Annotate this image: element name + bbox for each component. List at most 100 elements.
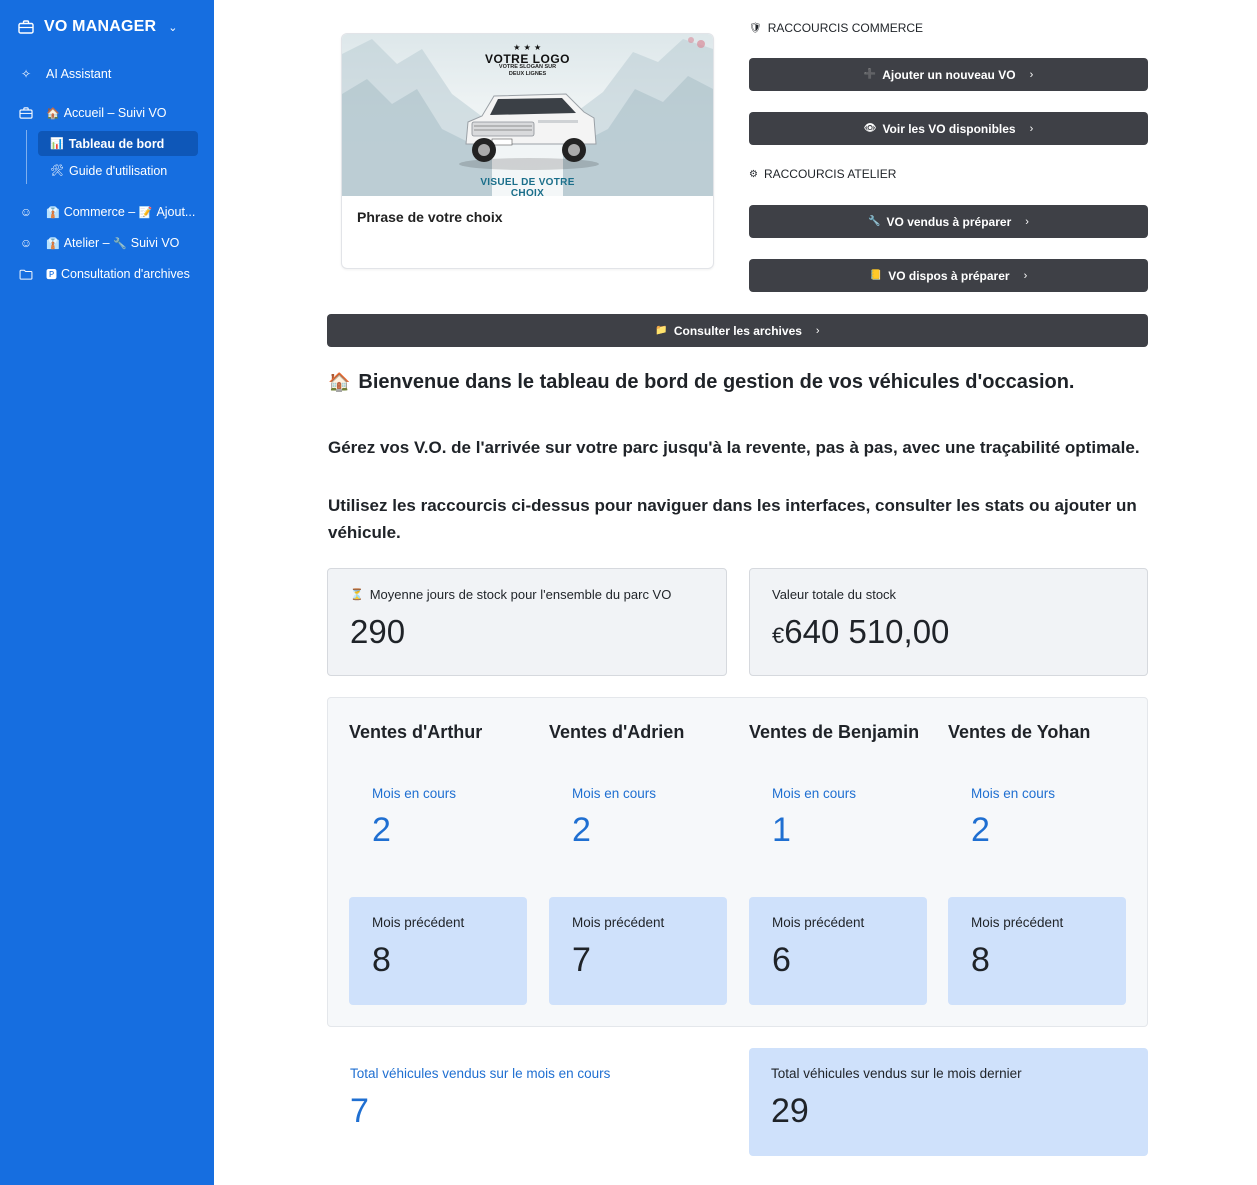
currency-symbol: € — [772, 623, 785, 648]
add-vo-button[interactable]: ➕ Ajouter un nouveau VO › — [749, 58, 1148, 91]
seller-column: Ventes de Benjamin Mois en cours 1 Mois … — [749, 698, 927, 1028]
atelier-shortcuts-heading: ⚙ RACCOURCIS ATELIER — [749, 167, 897, 181]
sparkle-icon: ✧ — [20, 67, 32, 81]
previous-month-label: Mois précédent — [372, 915, 465, 930]
sidebar-item-accueil[interactable]: 🏠 Accueil – Suivi VO — [18, 106, 167, 120]
chart-icon: 📊 — [50, 138, 64, 150]
sidebar-item-label: Accueil – Suivi VO — [63, 106, 167, 120]
wrench-icon: 🔧 — [113, 238, 127, 250]
person-icon: 👔 — [46, 207, 60, 219]
chevron-right-icon: › — [1029, 122, 1034, 135]
sales-panel: Ventes d'Arthur Mois en cours 2 Mois pré… — [327, 697, 1148, 1027]
house-icon: 🏠 — [46, 108, 60, 120]
sidebar-item-ai-assistant[interactable]: ✧ AI Assistant — [18, 67, 111, 81]
hourglass-icon: ⏳ — [350, 589, 364, 601]
logo-placeholder: ★ ★ ★ VOTRE LOGO — [342, 43, 713, 67]
seller-column: Ventes d'Adrien Mois en cours 2 Mois pré… — [549, 698, 727, 1028]
welcome-heading: 🏠 Bienvenue dans le tableau de bord de g… — [328, 371, 1075, 393]
sidebar-item-label: Tableau de bord — [68, 136, 165, 151]
current-month-value: 2 — [971, 811, 990, 849]
stock-value-card: Valeur totale du stock €640 510,00 — [749, 568, 1148, 676]
parking-icon: 🅿 — [46, 269, 57, 281]
dispo-vo-button[interactable]: 📒 VO dispos à préparer › — [749, 259, 1148, 292]
total-current-month-value: 7 — [350, 1092, 369, 1130]
branding-card: ★ ★ ★ VOTRE LOGO VOTRE SLOGAN SUR DEUX L… — [341, 33, 714, 269]
sidebar-item-archives[interactable]: 🅿 Consultation d'archives — [18, 266, 190, 282]
eye-icon: 👁 — [863, 123, 877, 134]
sidebar: VO MANAGER ⌄ ✧ AI Assistant 🏠 Accueil – S… — [0, 0, 214, 1185]
person-icon: 👔 — [46, 238, 60, 250]
seller-name: Ventes de Benjamin — [749, 722, 920, 742]
previous-month-card: Mois précédent 8 — [349, 897, 527, 1005]
total-previous-month-label: Total véhicules vendus sur le mois derni… — [771, 1066, 1022, 1081]
sidebar-item-label: Consultation d'archives — [61, 267, 190, 281]
sidebar-item-label-2: Suivi VO — [130, 236, 180, 250]
previous-month-label: Mois précédent — [572, 915, 665, 930]
notebook-icon: 📒 — [869, 270, 883, 281]
current-month-value: 2 — [572, 811, 591, 849]
previous-month-value: 7 — [572, 941, 591, 979]
sidebar-item-label: Commerce – — [63, 205, 136, 219]
seller-name: Ventes d'Adrien — [549, 722, 685, 742]
total-previous-month-value: 29 — [771, 1092, 809, 1130]
previous-month-value: 6 — [772, 941, 791, 979]
stat-label: ⏳ Moyenne jours de stock pour l'ensemble… — [350, 587, 672, 602]
previous-month-card: Mois précédent 7 — [549, 897, 727, 1005]
current-month-label: Mois en cours — [772, 786, 857, 801]
sidebar-item-label-2: Ajout... — [156, 205, 196, 219]
commerce-shortcuts-heading: 🛡 RACCOURCIS COMMERCE — [749, 21, 924, 35]
plus-icon: ➕ — [863, 69, 877, 80]
folder-icon: 📁 — [655, 325, 668, 336]
stat-label: Valeur totale du stock — [772, 587, 897, 602]
seller-name: Ventes d'Arthur — [349, 722, 483, 742]
total-previous-month-card: Total véhicules vendus sur le mois derni… — [749, 1048, 1148, 1156]
stars-icon: ★ ★ ★ — [513, 43, 542, 52]
sidebar-submenu: 📊 Tableau de bord 🛠 Guide d'utilisation — [26, 130, 198, 184]
memo-icon: 📝 — [138, 207, 153, 219]
app-switcher[interactable]: VO MANAGER ⌄ — [18, 18, 177, 36]
chevron-down-icon: ⌄ — [168, 21, 178, 34]
seller-column: Ventes de Yohan Mois en cours 2 Mois pré… — [948, 698, 1126, 1028]
wrench-icon: 🔧 — [868, 216, 881, 227]
previous-month-card: Mois précédent 8 — [948, 897, 1126, 1005]
gear-icon: ⚙ — [749, 168, 758, 180]
current-month-label: Mois en cours — [971, 786, 1056, 801]
archives-button[interactable]: 📁 Consulter les archives › — [327, 314, 1148, 347]
intro-paragraph-2: Utilisez les raccourcis ci-dessus pour n… — [328, 496, 1137, 542]
sold-vo-button[interactable]: 🔧 VO vendus à préparer › — [749, 205, 1148, 238]
sidebar-item-label: Atelier – — [63, 236, 110, 250]
intro-paragraph-1: Gérez vos V.O. de l'arrivée sur votre pa… — [328, 438, 1140, 457]
suv-image — [459, 93, 599, 170]
stat-value: 290 — [350, 613, 406, 650]
avg-stock-days-card: ⏳ Moyenne jours de stock pour l'ensemble… — [327, 568, 727, 676]
chevron-right-icon: › — [1029, 68, 1034, 81]
tools-icon: 🛠 — [50, 165, 64, 177]
app-title: VO MANAGER — [44, 18, 157, 35]
current-month-label: Mois en cours — [572, 786, 657, 801]
previous-month-label: Mois précédent — [971, 915, 1064, 930]
card-phrase: Phrase de votre choix — [357, 209, 503, 225]
sidebar-item-tableau-de-bord[interactable]: 📊 Tableau de bord — [38, 131, 198, 156]
briefcase-icon — [19, 107, 33, 119]
view-vo-button[interactable]: 👁 Voir les VO disponibles › — [749, 112, 1148, 145]
smiley-icon: ☺ — [19, 205, 33, 219]
smiley-icon: ☺ — [19, 236, 33, 250]
sidebar-item-guide[interactable]: 🛠 Guide d'utilisation — [38, 158, 198, 183]
current-month-value: 1 — [772, 811, 791, 849]
current-month-label: Mois en cours — [372, 786, 457, 801]
sidebar-item-atelier[interactable]: ☺ 👔 Atelier – 🔧 Suivi VO — [18, 236, 180, 250]
chevron-right-icon: › — [815, 324, 820, 337]
previous-month-value: 8 — [372, 941, 391, 979]
stat-value: €640 510,00 — [772, 613, 950, 650]
house-icon: 🏠 — [328, 372, 351, 392]
chevron-right-icon: › — [1023, 269, 1028, 282]
sidebar-item-label: Guide d'utilisation — [68, 163, 168, 178]
briefcase-icon — [18, 20, 34, 34]
slogan-placeholder: VOTRE SLOGAN SUR DEUX LIGNES — [498, 64, 557, 77]
sidebar-item-commerce[interactable]: ☺ 👔 Commerce – 📝 Ajout... — [18, 205, 196, 219]
previous-month-card: Mois précédent 6 — [749, 897, 927, 1005]
previous-month-label: Mois précédent — [772, 915, 865, 930]
previous-month-value: 8 — [971, 941, 990, 979]
seller-name: Ventes de Yohan — [948, 722, 1091, 742]
total-current-month-label: Total véhicules vendus sur le mois en co… — [350, 1066, 611, 1081]
